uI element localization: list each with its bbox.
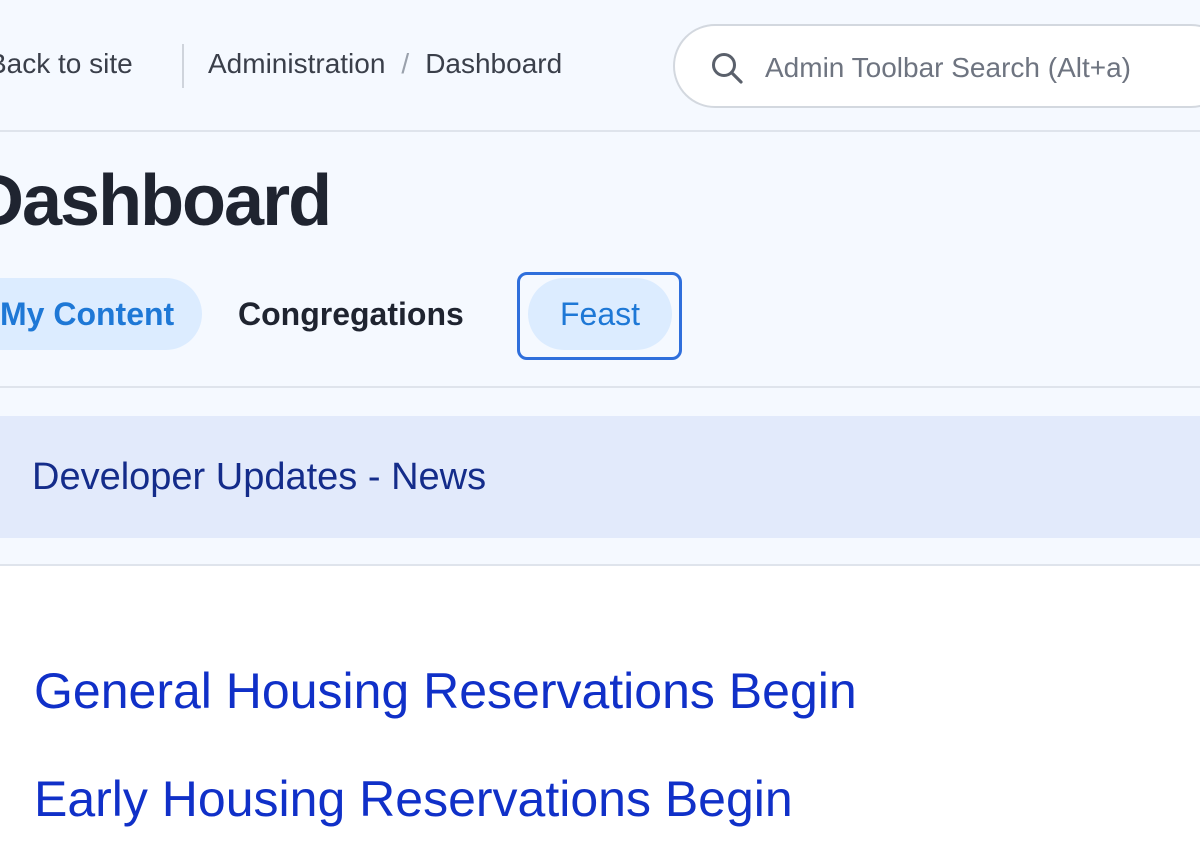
search-input[interactable] <box>765 48 1200 88</box>
tab-feast[interactable]: Feast <box>528 278 672 350</box>
page-title: Dashboard <box>0 161 332 241</box>
tab-congregations[interactable]: Congregations <box>238 278 464 350</box>
breadcrumb-dashboard: Dashboard <box>425 48 563 79</box>
breadcrumb-administration[interactable]: Administration <box>208 48 385 80</box>
breadcrumb: Administration / Dashboard <box>208 48 562 80</box>
admin-toolbar: Back to site Administration / Dashboard <box>0 0 1200 132</box>
toolbar-divider <box>182 44 184 88</box>
panel-title: Developer Updates - News <box>32 456 487 498</box>
breadcrumb-separator: / <box>401 48 410 79</box>
tab-my-content[interactable]: My Content <box>0 278 202 350</box>
admin-toolbar-search[interactable] <box>673 24 1200 108</box>
news-link[interactable]: Early Housing Reservations Begin <box>34 770 793 828</box>
news-link[interactable]: General Housing Reservations Begin <box>34 662 857 720</box>
admin-dashboard: Back to site Administration / Dashboard … <box>0 0 1200 847</box>
search-icon <box>709 50 745 86</box>
tabs-divider <box>0 386 1200 388</box>
back-to-site-link[interactable]: Back to site <box>0 48 133 80</box>
